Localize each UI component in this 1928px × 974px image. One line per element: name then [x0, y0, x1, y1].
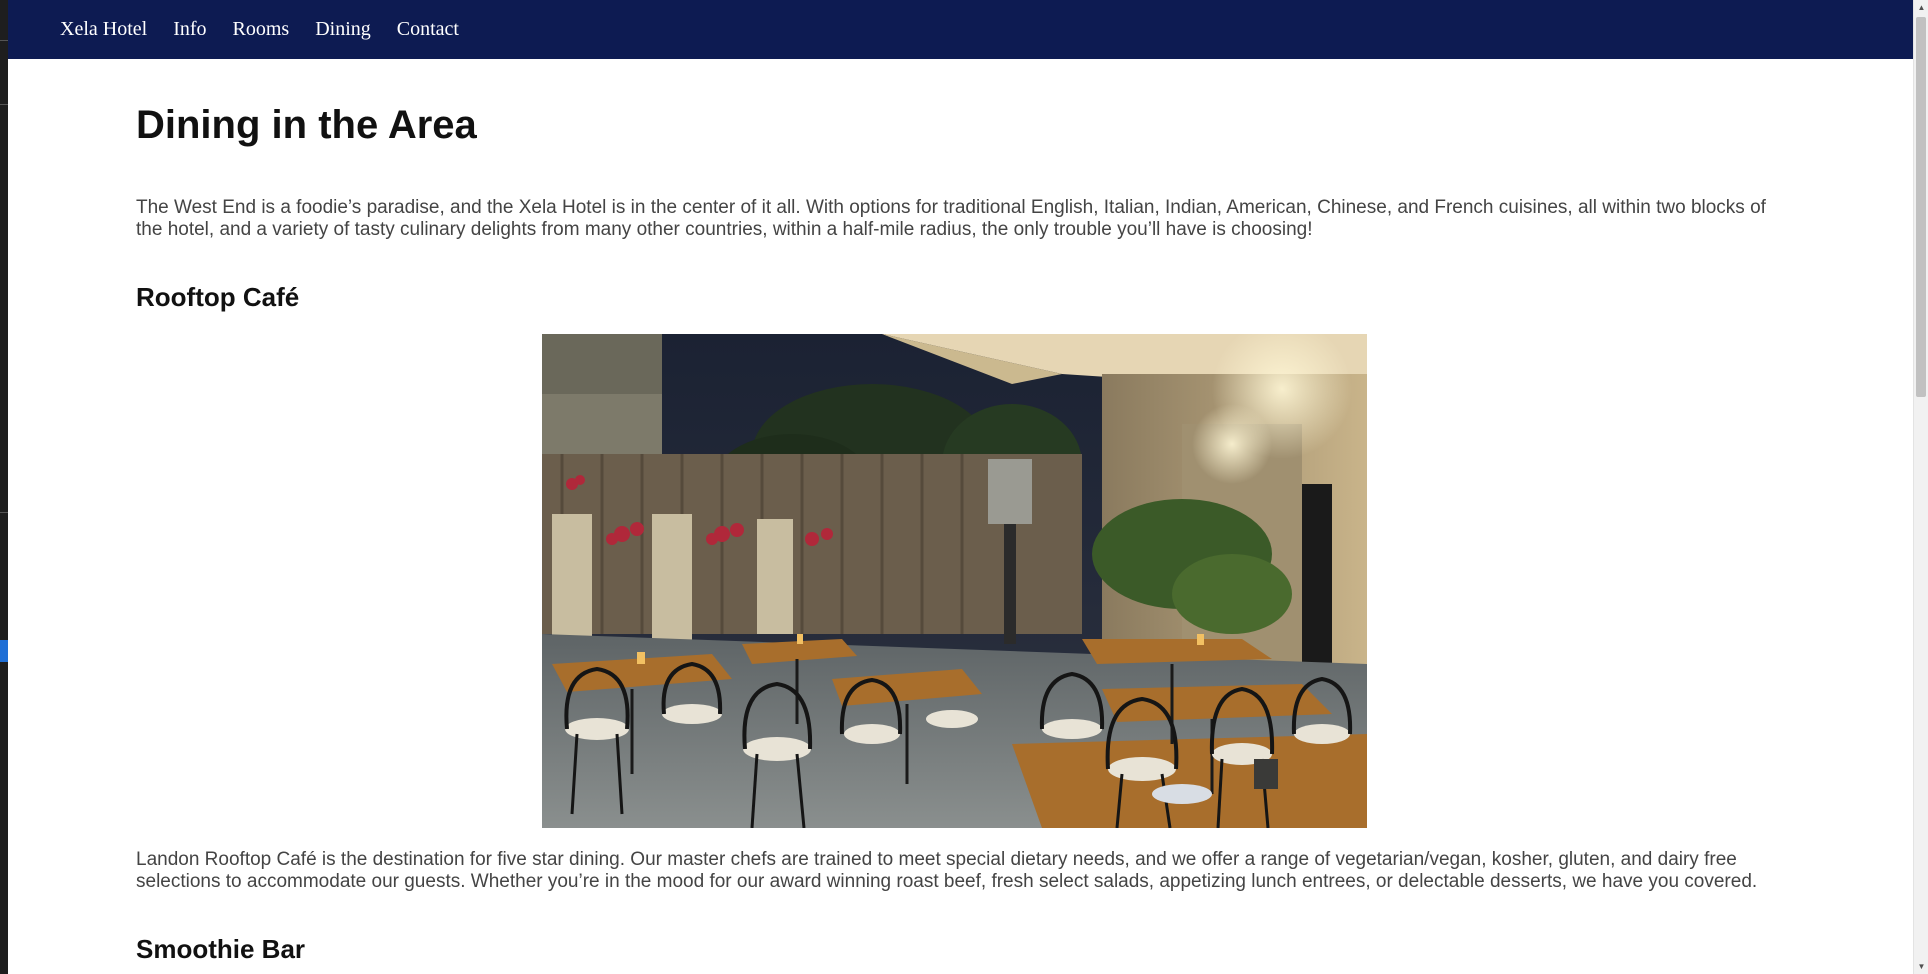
edge-divider — [0, 512, 8, 513]
photo-container — [136, 333, 1786, 828]
scrollbar-thumb[interactable] — [1916, 17, 1926, 397]
nav-item-rooms[interactable]: Rooms — [233, 18, 290, 41]
nav-item-contact[interactable]: Contact — [397, 18, 459, 41]
intro-paragraph: The West End is a foodie’s paradise, and… — [136, 197, 1766, 240]
page-title: Dining in the Area — [136, 103, 477, 147]
window-edge — [0, 0, 8, 974]
nav-item-dining[interactable]: Dining — [315, 18, 371, 41]
top-navbar: Xela Hotel Info Rooms Dining Contact — [8, 0, 1913, 59]
section-heading-smoothie-bar: Smoothie Bar — [136, 933, 306, 964]
scroll-up-icon[interactable]: ▲ — [1914, 0, 1928, 15]
rooftop-cafe-photo — [541, 333, 1367, 828]
nav-item-info[interactable]: Info — [173, 18, 206, 41]
main-content: Dining in the Area The West End is a foo… — [136, 59, 1786, 963]
edge-divider — [0, 40, 8, 41]
scroll-down-icon[interactable]: ▼ — [1914, 959, 1928, 974]
edge-marker — [0, 640, 8, 662]
vertical-scrollbar[interactable]: ▲ ▼ — [1913, 0, 1928, 974]
browser-viewport: Xela Hotel Info Rooms Dining Contact Din… — [0, 0, 1928, 974]
edge-divider — [0, 104, 8, 105]
nav-brand-link[interactable]: Xela Hotel — [60, 18, 147, 41]
section-heading-rooftop-cafe: Rooftop Café — [136, 282, 300, 312]
rooftop-cafe-description: Landon Rooftop Café is the destination f… — [136, 848, 1758, 892]
